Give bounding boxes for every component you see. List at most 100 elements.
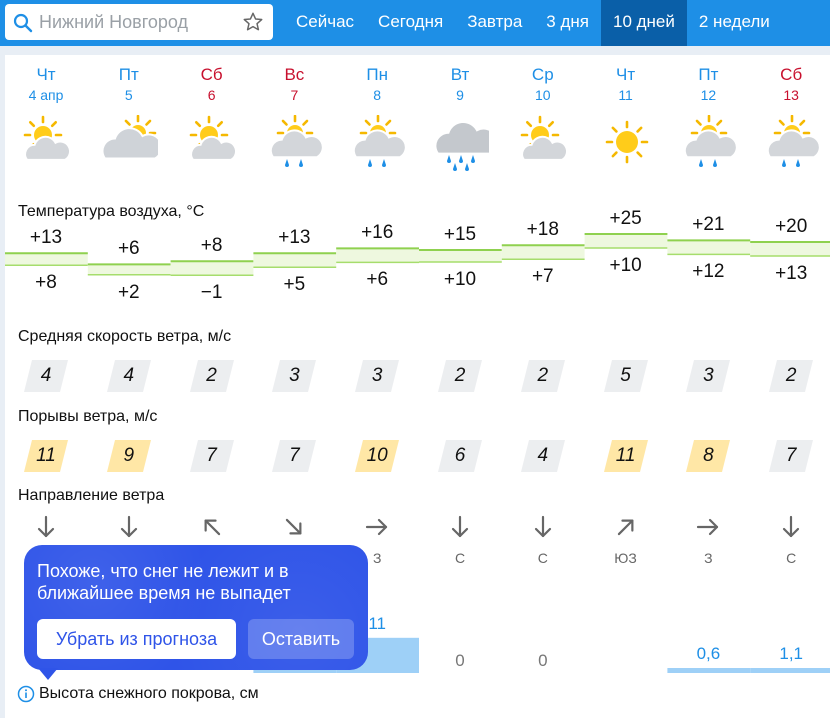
wind-direction-title: Направление ветра [18,487,165,504]
temperature-min-label: +5 [283,274,306,296]
arrow-down-icon [783,515,800,538]
wind-value: 9 [123,445,135,466]
day-date: 12 [700,87,717,103]
wind-value: 4 [537,445,549,466]
day-date: 8 [373,87,382,103]
snow-bar [667,668,751,673]
day-name: Пт [698,65,719,84]
temperature-min-label: +12 [692,261,725,283]
wind-value-cell: 3 [272,360,317,392]
remove-from-forecast-button[interactable]: Убрать из прогноза [37,619,236,659]
day-name: Вт [450,65,470,84]
day-column[interactable]: Вс 7 [253,65,335,167]
day-column[interactable]: Чт 11 [585,65,667,164]
wind-value-cell: 10 [355,440,400,472]
snow-bar [750,668,830,673]
wind-direction-cell [171,515,253,549]
tab-today[interactable]: Сегодня [366,0,455,46]
partly-cloudy-icon [520,115,568,161]
temperature-band [667,240,751,255]
temperature-max-label: +6 [117,238,140,260]
wind-value: 7 [206,445,217,466]
day-date: 6 [207,87,216,103]
day-name: Чт [36,65,56,84]
wind-value-cell: 4 [520,440,565,472]
search-icon [13,13,33,33]
temperature-min-label: +8 [35,272,57,294]
tab-3-days[interactable]: 3 дня [534,0,601,46]
wind-value: 7 [785,445,797,466]
day-date: 10 [535,87,551,103]
wind-value-cell: 2 [189,360,234,392]
day-column[interactable]: Сб 13 [750,65,830,167]
day-date: 4 апр [28,87,64,103]
day-name: Сб [200,65,223,84]
arrow-down-right-icon [286,518,302,535]
temperature-min-label: +6 [366,269,389,291]
temperature-min-label: −1 [200,282,223,304]
info-icon[interactable] [17,685,35,703]
wind-direction-label: З [704,550,713,566]
snow-value-label: 0 [455,651,465,670]
snow-value-label: 1,1 [779,644,803,663]
tab-2-weeks[interactable]: 2 недели [687,0,782,46]
arrow-down-icon [534,515,551,538]
day-column[interactable]: Пт 5 [88,65,170,160]
tab-tomorrow[interactable]: Завтра [455,0,534,46]
popup-message: Похоже, что снег не лежит и в ближайшее … [37,561,291,603]
keep-button[interactable]: Оставить [248,619,354,659]
temperature-band [750,242,830,256]
wind-value-cell: 3 [686,360,731,392]
day-date: 5 [124,87,133,103]
temperature-band [501,245,585,260]
tab-10-days[interactable]: 10 дней [600,0,687,46]
favorite-star-icon[interactable] [242,11,264,33]
rain-sun-icon [353,115,407,167]
day-name: Вс [284,65,305,84]
header: Сейчас Сегодня Завтра 3 дня 10 дней 2 не… [0,0,830,46]
temperature-band [336,248,419,263]
day-name: Пн [366,65,388,84]
wind-value: 11 [36,445,56,466]
wind-value-cell: 4 [24,360,68,392]
wind-direction-cell: С [750,515,830,567]
partly-cloudy-icon [23,115,72,161]
wind-value: 11 [615,445,636,466]
day-name: Чт [616,65,636,84]
wind-value: 3 [289,365,300,386]
search-box[interactable] [5,4,273,40]
snow-cover-text: Высота снежного покрова, см [39,685,259,702]
day-name: Пт [118,65,139,84]
heavy-rain-icon [434,121,489,171]
day-date: 7 [290,87,299,103]
temperature-min-label: +7 [531,266,554,288]
wind-value-cell: 3 [355,360,400,392]
day-column[interactable]: Сб 6 [171,65,253,161]
wind-value: 10 [366,445,388,466]
arrow-down-icon [451,515,469,538]
temperature-min-label: +2 [117,281,140,303]
tab-now[interactable]: Сейчас [284,0,366,46]
day-column[interactable]: Ср 10 [502,65,584,161]
wind-direction-cell: З [667,515,749,567]
snow-value-label: 0,6 [696,644,721,663]
snow-cover-label[interactable]: Высота снежного покрова, см [17,685,259,703]
day-column[interactable]: Пн 8 [336,65,418,167]
wind-direction-label: С [454,550,466,566]
wind-value: 2 [454,365,466,386]
arrow-down-icon [37,515,55,538]
wind-direction-cell: ЮЗ [585,515,667,567]
wind-direction-label: С [537,550,548,566]
day-column[interactable]: Чт 4 апр [5,65,87,161]
day-name: Сб [780,65,803,84]
search-input[interactable] [39,4,234,40]
temperature-max-label: +15 [443,224,477,245]
rain-sun-icon [684,115,738,167]
wind-value: 4 [123,365,135,386]
snow-popup: Похоже, что снег не лежит и в ближайшее … [24,545,368,670]
day-column[interactable]: Вт 9 [419,65,501,171]
wind-value-cell: 2 [438,360,482,392]
period-tabs: Сейчас Сегодня Завтра 3 дня 10 дней 2 не… [284,0,782,46]
day-column[interactable]: Пт 12 [667,65,749,167]
temperature-max-label: +18 [526,219,559,241]
